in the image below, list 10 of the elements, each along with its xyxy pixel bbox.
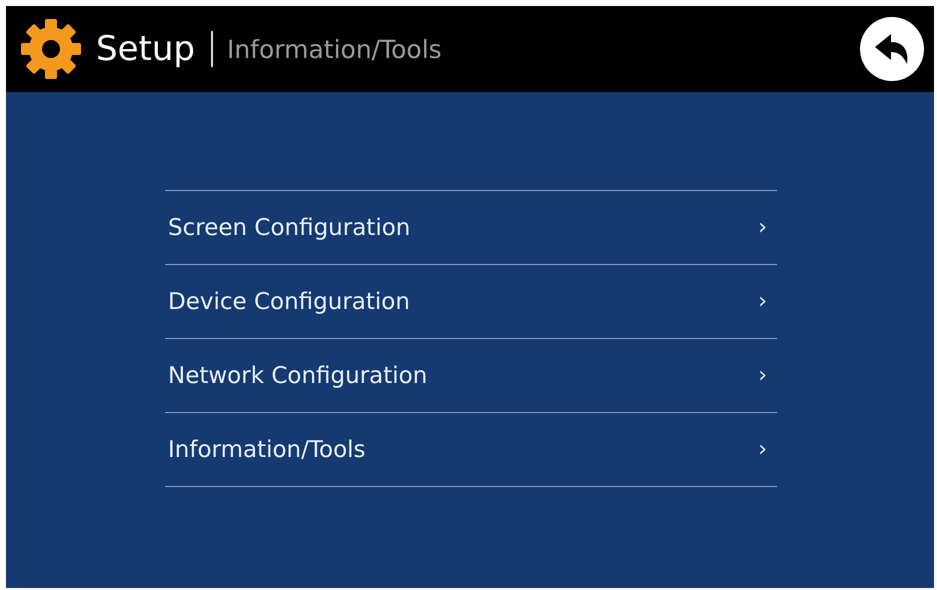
breadcrumb: Information/Tools: [226, 34, 442, 64]
menu-item[interactable]: Network Configuration ›: [165, 339, 777, 412]
chevron-icon: ›: [758, 289, 767, 314]
menu-item[interactable]: Device Configuration ›: [165, 265, 777, 338]
menu-item[interactable]: Information/Tools ›: [165, 413, 777, 486]
chevron-icon: ›: [758, 437, 767, 462]
menu-item[interactable]: Screen Configuration ›: [165, 191, 777, 264]
chevron-icon: ›: [758, 215, 767, 240]
chevron-icon: ›: [758, 363, 767, 388]
screen-title: Setup: [96, 29, 195, 69]
